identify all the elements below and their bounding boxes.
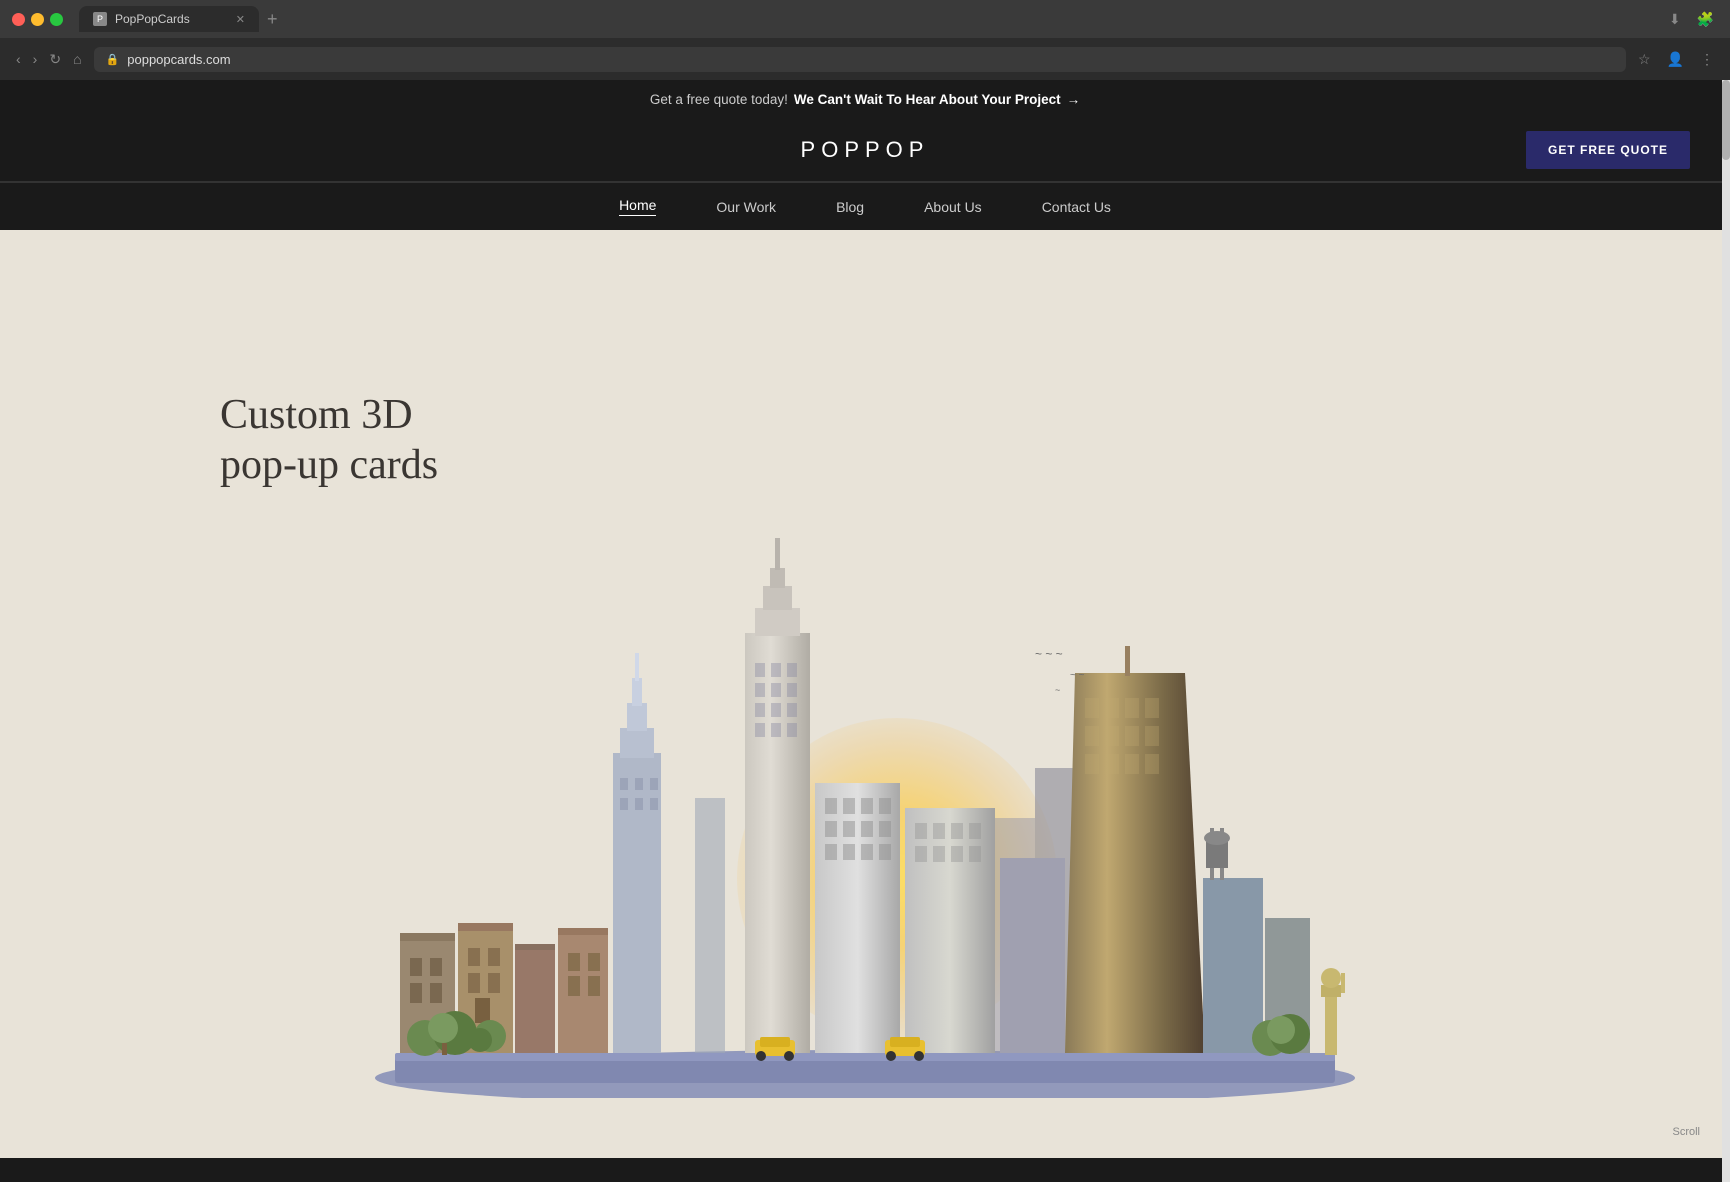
nav-item-about-us[interactable]: About Us bbox=[924, 199, 982, 215]
browser-tabs: P PopPopCards ✕ + bbox=[79, 6, 1657, 32]
svg-text:~: ~ bbox=[1055, 685, 1060, 695]
hero-title-line1: Custom 3D bbox=[220, 392, 413, 438]
downloads-icon[interactable]: ⬇ bbox=[1665, 7, 1685, 32]
get-free-quote-button[interactable]: GET FREE QUOTE bbox=[1526, 131, 1690, 169]
tab-favicon: P bbox=[93, 12, 107, 26]
new-tab-button[interactable]: + bbox=[263, 9, 282, 30]
menu-icon[interactable]: ⋮ bbox=[1696, 47, 1718, 72]
hero-illustration: ~ ~ ~ ~ ~ ~ bbox=[0, 230, 1730, 1158]
browser-actions: ☆ 👤 ⋮ bbox=[1634, 47, 1718, 72]
hero-section: Custom 3D pop-up cards bbox=[0, 230, 1730, 1158]
address-bar[interactable]: 🔒 poppopcards.com bbox=[94, 47, 1626, 72]
nav-item-contact-us[interactable]: Contact Us bbox=[1042, 199, 1111, 215]
announcement-bar[interactable]: Get a free quote today! We Can't Wait To… bbox=[0, 80, 1730, 119]
home-button[interactable]: ⌂ bbox=[69, 47, 85, 71]
lock-icon: 🔒 bbox=[106, 53, 120, 66]
fullscreen-button[interactable] bbox=[50, 13, 63, 26]
tab-title: PopPopCards bbox=[115, 12, 190, 26]
announcement-arrow: → bbox=[1067, 92, 1081, 107]
url-text: poppopcards.com bbox=[127, 52, 230, 67]
announcement-bold: We Can't Wait To Hear About Your Project bbox=[794, 92, 1061, 107]
browser-toolbar: ‹ › ↻ ⌂ 🔒 poppopcards.com ☆ 👤 ⋮ bbox=[0, 38, 1730, 80]
browser-titlebar: P PopPopCards ✕ + ⬇ 🧩 bbox=[0, 0, 1730, 38]
main-nav: Home Our Work Blog About Us Contact Us bbox=[0, 182, 1730, 230]
site-logo[interactable]: POPPOP bbox=[801, 137, 930, 163]
window-controls: ⬇ 🧩 bbox=[1665, 7, 1718, 32]
extensions-icon[interactable]: 🧩 bbox=[1693, 7, 1718, 32]
hero-title-line2: pop-up cards bbox=[220, 442, 438, 488]
nav-item-our-work[interactable]: Our Work bbox=[716, 199, 776, 215]
nav-item-home[interactable]: Home bbox=[619, 197, 656, 216]
scroll-indicator: Scroll bbox=[1672, 1126, 1700, 1138]
announcement-normal: Get a free quote today! bbox=[650, 92, 788, 107]
forward-button[interactable]: › bbox=[29, 47, 42, 71]
refresh-button[interactable]: ↻ bbox=[45, 47, 65, 72]
svg-text:~ ~ ~: ~ ~ ~ bbox=[1035, 647, 1063, 661]
minimize-button[interactable] bbox=[31, 13, 44, 26]
website-content: Get a free quote today! We Can't Wait To… bbox=[0, 80, 1730, 1182]
close-button[interactable] bbox=[12, 13, 25, 26]
browser-chrome: P PopPopCards ✕ + ⬇ 🧩 ‹ › ↻ ⌂ 🔒 poppopca… bbox=[0, 0, 1730, 80]
hero-text: Custom 3D pop-up cards bbox=[220, 390, 438, 491]
skyline-svg: ~ ~ ~ ~ ~ ~ bbox=[315, 518, 1415, 1098]
tab-close-icon[interactable]: ✕ bbox=[236, 13, 245, 26]
svg-text:~ ~: ~ ~ bbox=[1070, 670, 1085, 681]
scrollbar-thumb[interactable] bbox=[1722, 80, 1730, 160]
traffic-lights bbox=[12, 13, 63, 26]
profile-icon[interactable]: 👤 bbox=[1663, 47, 1688, 72]
site-header: POPPOP GET FREE QUOTE bbox=[0, 119, 1730, 181]
bookmark-icon[interactable]: ☆ bbox=[1634, 47, 1655, 72]
active-tab[interactable]: P PopPopCards ✕ bbox=[79, 6, 259, 32]
hero-title: Custom 3D pop-up cards bbox=[220, 390, 438, 491]
scrollbar-track bbox=[1722, 80, 1730, 1182]
back-button[interactable]: ‹ bbox=[12, 47, 25, 71]
nav-buttons: ‹ › ↻ ⌂ bbox=[12, 47, 86, 72]
nav-item-blog[interactable]: Blog bbox=[836, 199, 864, 215]
